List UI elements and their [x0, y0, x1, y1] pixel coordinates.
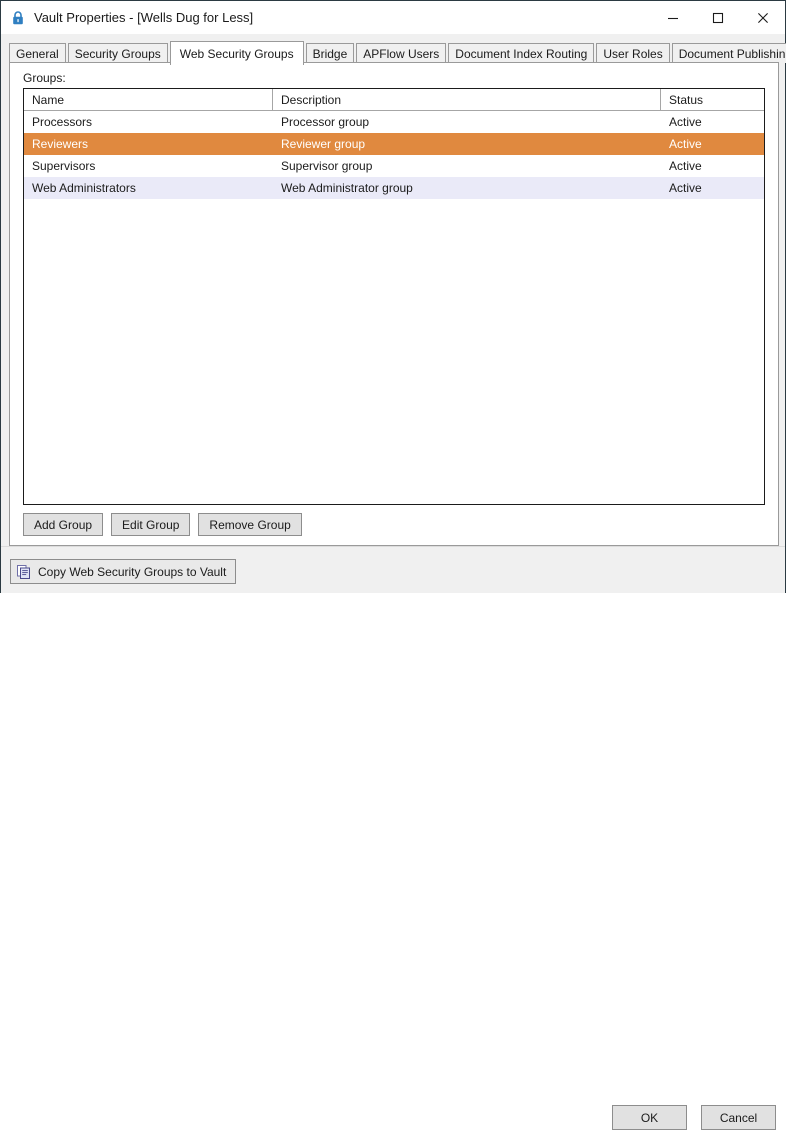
tab-panel-web-security-groups: Groups: Name Description Status Processo… — [9, 62, 779, 546]
tab-label: Security Groups — [74, 46, 161, 61]
window-controls — [650, 1, 785, 34]
ok-button[interactable]: OK — [612, 1105, 687, 1130]
tab-label: User Roles — [603, 46, 663, 61]
column-header-status[interactable]: Status — [661, 89, 764, 110]
tab-label: Bridge — [312, 46, 348, 61]
group-action-buttons: Add Group Edit Group Remove Group — [23, 513, 310, 536]
window-title: Vault Properties - [Wells Dug for Less] — [34, 10, 254, 25]
table-row[interactable]: Web Administrators Web Administrator gro… — [24, 177, 764, 199]
table-row[interactable]: Reviewers Reviewer group Active — [24, 133, 764, 155]
close-icon[interactable] — [740, 1, 785, 34]
tab-label: Document Publishing — [678, 46, 786, 61]
tab-bridge[interactable]: Bridge — [305, 43, 355, 63]
cancel-button[interactable]: Cancel — [701, 1105, 776, 1130]
groups-table[interactable]: Name Description Status Processors Proce… — [23, 88, 765, 505]
copy-icon — [16, 564, 32, 580]
groups-label: Groups: — [23, 71, 66, 85]
tab-apflow-users[interactable]: APFlow Users — [356, 43, 447, 63]
tab-label: APFlow Users — [363, 46, 440, 61]
tab-label: Document Index Routing — [455, 46, 588, 61]
cell-description: Reviewer group — [281, 137, 366, 151]
dialog-footer: Copy Web Security Groups to Vault OK Can… — [1, 546, 785, 1130]
tab-user-roles[interactable]: User Roles — [596, 43, 670, 63]
minimize-icon[interactable] — [650, 1, 695, 34]
tab-strip: General Security Groups Web Security Gro… — [9, 41, 786, 65]
tab-document-index-routing[interactable]: Document Index Routing — [448, 43, 595, 63]
edit-group-button[interactable]: Edit Group — [111, 513, 191, 536]
tab-web-security-groups[interactable]: Web Security Groups — [169, 41, 304, 65]
cell-name: Supervisors — [32, 159, 96, 173]
cell-description: Supervisor group — [281, 159, 373, 173]
column-header-description[interactable]: Description — [273, 89, 661, 110]
table-row[interactable]: Supervisors Supervisor group Active — [24, 155, 764, 177]
tab-security-groups[interactable]: Security Groups — [67, 43, 168, 63]
cell-status: Active — [669, 159, 702, 173]
column-header-name[interactable]: Name — [24, 89, 273, 110]
cell-description: Web Administrator group — [281, 181, 413, 195]
copy-web-security-groups-to-vault-button[interactable]: Copy Web Security Groups to Vault — [10, 559, 237, 584]
cell-status: Active — [669, 137, 702, 151]
vault-properties-dialog: Vault Properties - [Wells Dug for Less] — [0, 0, 786, 1130]
copy-button-label: Copy Web Security Groups to Vault — [38, 564, 227, 579]
cell-status: Active — [669, 115, 702, 129]
tab-label: Web Security Groups — [179, 46, 294, 61]
tab-label: General — [16, 46, 59, 61]
title-bar: Vault Properties - [Wells Dug for Less] — [1, 1, 785, 34]
maximize-icon[interactable] — [695, 1, 740, 34]
cell-status: Active — [669, 181, 702, 195]
cell-description: Processor group — [281, 115, 370, 129]
tab-general[interactable]: General — [9, 43, 66, 63]
lock-icon — [10, 10, 26, 26]
table-header-row: Name Description Status — [24, 89, 764, 111]
cell-name: Web Administrators — [32, 181, 136, 195]
table-row[interactable]: Processors Processor group Active — [24, 111, 764, 133]
add-group-button[interactable]: Add Group — [23, 513, 104, 536]
remove-group-button[interactable]: Remove Group — [198, 513, 302, 536]
cell-name: Reviewers — [32, 137, 89, 151]
cell-name: Processors — [32, 115, 93, 129]
tab-document-publishing[interactable]: Document Publishing — [671, 43, 786, 63]
